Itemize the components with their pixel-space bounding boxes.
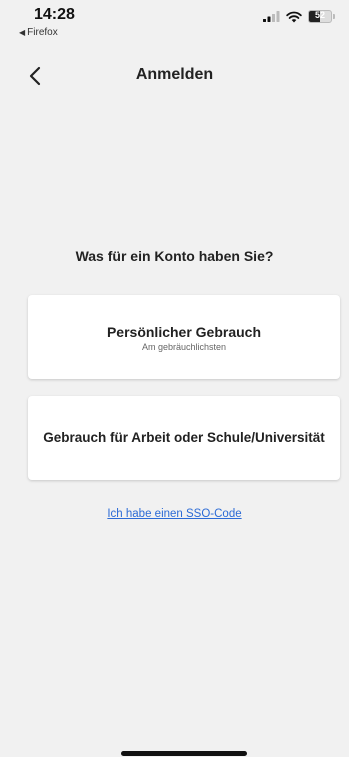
- battery-cap: [333, 14, 335, 19]
- signal-icon: [263, 11, 280, 22]
- status-time: 14:28: [34, 6, 75, 23]
- work-school-option[interactable]: Gebrauch für Arbeit oder Schule/Universi…: [28, 396, 340, 480]
- header-bar: Anmelden: [0, 58, 349, 94]
- login-screen: 14:28 ◀ Firefox 52 Anmelden Was für ein …: [0, 0, 349, 757]
- option-subtitle: Am gebräuchlichsten: [141, 342, 227, 352]
- back-app-label: Firefox: [27, 27, 58, 38]
- personal-use-option[interactable]: Persönlicher Gebrauch Am gebräuchlichste…: [28, 295, 340, 379]
- status-bar: 14:28 ◀ Firefox 52: [0, 0, 349, 56]
- battery-level-text: 52: [314, 10, 325, 20]
- sso-code-link[interactable]: Ich habe einen SSO-Code: [0, 508, 349, 520]
- battery-icon: 52: [308, 10, 332, 23]
- page-title: Anmelden: [135, 66, 214, 83]
- status-icons: 52: [263, 10, 335, 23]
- home-indicator[interactable]: [121, 751, 247, 756]
- account-type-question: Was für ein Konto haben Sie?: [75, 248, 274, 264]
- option-title: Gebrauch für Arbeit oder Schule/Universi…: [43, 430, 325, 445]
- wifi-icon: [286, 11, 302, 22]
- back-to-app-link[interactable]: ◀ Firefox: [19, 27, 58, 38]
- option-title: Persönlicher Gebrauch: [106, 324, 262, 340]
- back-triangle-icon: ◀: [19, 28, 26, 37]
